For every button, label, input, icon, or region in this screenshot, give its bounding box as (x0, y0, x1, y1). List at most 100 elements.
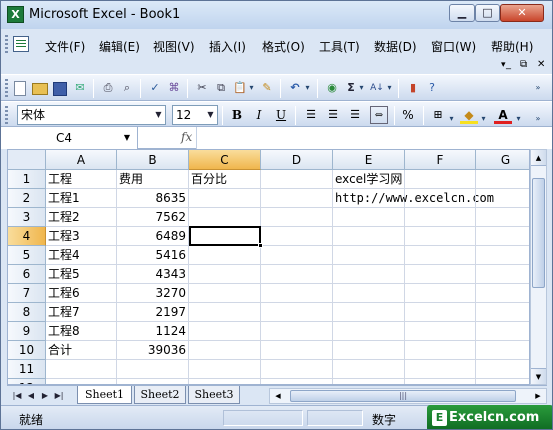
cell-c11[interactable] (189, 360, 261, 379)
column-header-e[interactable]: E (333, 150, 405, 170)
select-all-corner[interactable] (8, 150, 46, 170)
insert-function-icon[interactable]: fx (181, 130, 192, 144)
doc-restore-icon[interactable]: ⧉ (520, 59, 527, 70)
cell-c10[interactable] (189, 341, 261, 360)
column-header-d[interactable]: D (261, 150, 333, 170)
row-header-11[interactable]: 11 (8, 360, 46, 379)
autosum-dropdown-icon[interactable]: ▾ (357, 80, 366, 96)
paste-icon[interactable]: 📋 (232, 80, 248, 96)
menu-dropdown-icon[interactable]: ▾ (501, 60, 506, 70)
cell-c2[interactable] (189, 189, 261, 208)
row-header-4[interactable]: 4 (8, 227, 46, 246)
borders-dropdown-icon[interactable]: ▾ (447, 111, 456, 127)
cell-e10[interactable] (333, 341, 405, 360)
undo-icon[interactable]: ↶ (287, 80, 303, 96)
first-sheet-icon[interactable]: |◀ (11, 389, 23, 403)
cell-d11[interactable] (261, 360, 333, 379)
cell-a6[interactable]: 工程5 (46, 265, 117, 284)
cell-a2[interactable]: 工程1 (46, 189, 117, 208)
cell-g4[interactable] (476, 227, 529, 246)
cell-b8[interactable]: 2197 (117, 303, 189, 322)
bold-button[interactable]: B (228, 106, 246, 124)
formula-input[interactable] (196, 127, 552, 149)
cell-d8[interactable] (261, 303, 333, 322)
cell-f1[interactable] (405, 170, 476, 189)
cell-b6[interactable]: 4343 (117, 265, 189, 284)
column-header-c[interactable]: C (189, 150, 261, 170)
italic-button[interactable]: I (250, 106, 268, 124)
cell-c3[interactable] (189, 208, 261, 227)
cell-g11[interactable] (476, 360, 529, 379)
toolbar-options-icon[interactable]: » (532, 111, 544, 127)
cell-d7[interactable] (261, 284, 333, 303)
horizontal-scrollbar[interactable]: ◀ ||| ▶ (269, 388, 547, 404)
cell-a4[interactable]: 工程3 (46, 227, 117, 246)
cell-a9[interactable]: 工程8 (46, 322, 117, 341)
cell-e11[interactable] (333, 360, 405, 379)
chevron-down-icon[interactable]: ▼ (204, 106, 217, 124)
font-color-icon[interactable]: A (494, 106, 512, 124)
cell-g3[interactable] (476, 208, 529, 227)
cell-c1[interactable]: 百分比 (189, 170, 261, 189)
cell-a5[interactable]: 工程4 (46, 246, 117, 265)
cell-e7[interactable] (333, 284, 405, 303)
cell-e9[interactable] (333, 322, 405, 341)
cell-b5[interactable]: 5416 (117, 246, 189, 265)
fill-handle[interactable] (258, 243, 263, 248)
hyperlink-icon[interactable]: ◉ (324, 80, 340, 96)
cell-g1[interactable] (476, 170, 529, 189)
underline-button[interactable]: U (272, 106, 290, 124)
cell-d10[interactable] (261, 341, 333, 360)
row-header-1[interactable]: 1 (8, 170, 46, 189)
cell-a8[interactable]: 工程7 (46, 303, 117, 322)
cell-d4[interactable] (261, 227, 333, 246)
cell-a3[interactable]: 工程2 (46, 208, 117, 227)
scroll-up-icon[interactable]: ▲ (531, 150, 546, 166)
cell-e4[interactable] (333, 227, 405, 246)
doc-minimize-icon[interactable]: _ (506, 59, 511, 70)
row-header-7[interactable]: 7 (8, 284, 46, 303)
row-header-2[interactable]: 2 (8, 189, 46, 208)
menu-file[interactable]: 文件(F) (45, 38, 85, 55)
cell-f9[interactable] (405, 322, 476, 341)
menu-tools[interactable]: 工具(T) (319, 38, 360, 55)
cell-f8[interactable] (405, 303, 476, 322)
cut-icon[interactable]: ✂ (194, 80, 210, 96)
undo-dropdown-icon[interactable]: ▾ (303, 80, 312, 96)
horizontal-scroll-thumb[interactable]: ||| (290, 390, 516, 402)
doc-close-icon[interactable]: ✕ (537, 59, 545, 70)
copy-icon[interactable]: ⧉ (213, 80, 229, 96)
close-button[interactable]: ✕ (500, 4, 544, 22)
cell-f6[interactable] (405, 265, 476, 284)
column-header-b[interactable]: B (117, 150, 189, 170)
merge-center-icon[interactable]: ⇔ (370, 106, 388, 124)
cell-b7[interactable]: 3270 (117, 284, 189, 303)
cell-d2[interactable] (261, 189, 333, 208)
scroll-down-icon[interactable]: ▼ (531, 368, 546, 384)
cell-c8[interactable] (189, 303, 261, 322)
format-painter-icon[interactable]: ✎ (259, 80, 275, 96)
font-name-select[interactable]: 宋体 ▼ (17, 105, 166, 125)
help-icon[interactable]: ? (424, 80, 440, 96)
menu-window[interactable]: 窗口(W) (431, 38, 476, 55)
cell-g6[interactable] (476, 265, 529, 284)
save-icon[interactable] (53, 82, 67, 96)
cell-a7[interactable]: 工程6 (46, 284, 117, 303)
column-header-a[interactable]: A (46, 150, 117, 170)
cell-g7[interactable] (476, 284, 529, 303)
cell-b3[interactable]: 7562 (117, 208, 189, 227)
cell-c5[interactable] (189, 246, 261, 265)
sort-dropdown-icon[interactable]: ▾ (385, 80, 394, 96)
column-header-g[interactable]: G (476, 150, 529, 170)
cell-e6[interactable] (333, 265, 405, 284)
open-icon[interactable] (32, 83, 48, 95)
cell-a1[interactable]: 工程 (46, 170, 117, 189)
cell-g9[interactable] (476, 322, 529, 341)
cell-f10[interactable] (405, 341, 476, 360)
maximize-button[interactable]: □ (475, 4, 500, 22)
cell-d6[interactable] (261, 265, 333, 284)
cell-f4[interactable] (405, 227, 476, 246)
menu-help[interactable]: 帮助(H) (491, 38, 533, 55)
menu-insert[interactable]: 插入(I) (209, 38, 246, 55)
permission-icon[interactable]: ✉ (72, 80, 88, 96)
